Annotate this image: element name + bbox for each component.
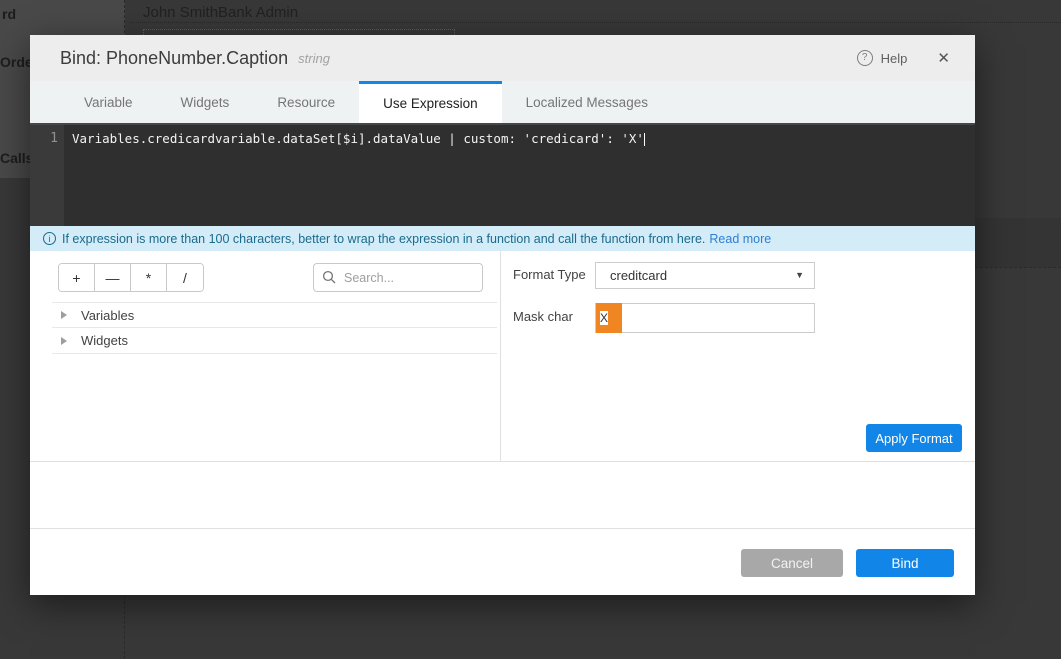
dialog-title: Bind: PhoneNumber.Caption [60,48,288,69]
format-type-label: Format Type [513,262,586,288]
editor-line-number: 1 [30,131,58,146]
help-label[interactable]: Help [881,51,908,66]
tree-item-variables[interactable]: Variables [52,302,497,328]
footer-divider [30,528,975,529]
cancel-button[interactable]: Cancel [741,549,843,577]
dialog-tabbar: Variable Widgets Resource Use Expression… [30,81,975,123]
info-icon: i [43,232,56,245]
help-icon[interactable]: ? [857,50,873,66]
backdrop-sidebar-item: rd [2,6,16,22]
plus-operator-button[interactable]: + [59,264,95,291]
read-more-link[interactable]: Read more [709,232,771,246]
panel-divider [500,251,501,461]
panels-bottom-divider [30,461,975,462]
chevron-down-icon: ▼ [795,263,804,288]
format-type-select[interactable]: creditcard ▼ [595,262,815,289]
tab-use-expression[interactable]: Use Expression [359,81,502,123]
backdrop-canvas-block [975,218,1061,267]
info-text: If expression is more than 100 character… [62,232,705,246]
search-input[interactable] [313,263,483,292]
chevron-right-icon[interactable] [61,337,67,345]
tree-item-widgets[interactable]: Widgets [52,328,497,354]
tab-resource[interactable]: Resource [253,81,359,123]
minus-operator-button[interactable]: — [95,264,131,291]
text-cursor-icon [644,133,645,146]
divide-operator-button[interactable]: / [167,264,203,291]
expression-code[interactable]: Variables.credicardvariable.dataSet[$i].… [72,131,645,146]
chevron-right-icon[interactable] [61,311,67,319]
backdrop-sidebar-item: Calls [0,150,33,166]
operator-button-group: + — * / [58,263,204,292]
dialog-header: Bind: PhoneNumber.Caption string ? Help … [30,35,975,81]
apply-format-button[interactable]: Apply Format [866,424,962,452]
expression-editor[interactable]: 1 Variables.credicardvariable.dataSet[$i… [30,123,975,226]
tab-variable[interactable]: Variable [60,81,157,123]
search-icon [322,270,336,284]
close-icon[interactable]: ✕ [937,49,950,67]
backdrop-dotted-divider [130,22,1061,23]
format-type-value: creditcard [610,263,667,288]
search-box [313,263,483,292]
bind-dialog: Bind: PhoneNumber.Caption string ? Help … [30,35,975,595]
multiply-operator-button[interactable]: * [131,264,167,291]
mask-char-input[interactable]: X [595,303,815,333]
backdrop-page-heading: John SmithBank Admin [143,4,298,21]
bind-source-tree: Variables Widgets [52,302,497,354]
bind-button[interactable]: Bind [856,549,954,577]
backdrop-dashed-divider [975,267,1061,268]
info-bar: i If expression is more than 100 charact… [30,226,975,251]
dialog-type-badge: string [298,51,330,66]
mask-char-label: Mask char [513,303,573,331]
mask-char-value: X [600,311,608,325]
mask-char-highlight[interactable]: X [596,303,622,333]
tab-localized-messages[interactable]: Localized Messages [502,81,672,123]
tab-widgets[interactable]: Widgets [157,81,254,123]
